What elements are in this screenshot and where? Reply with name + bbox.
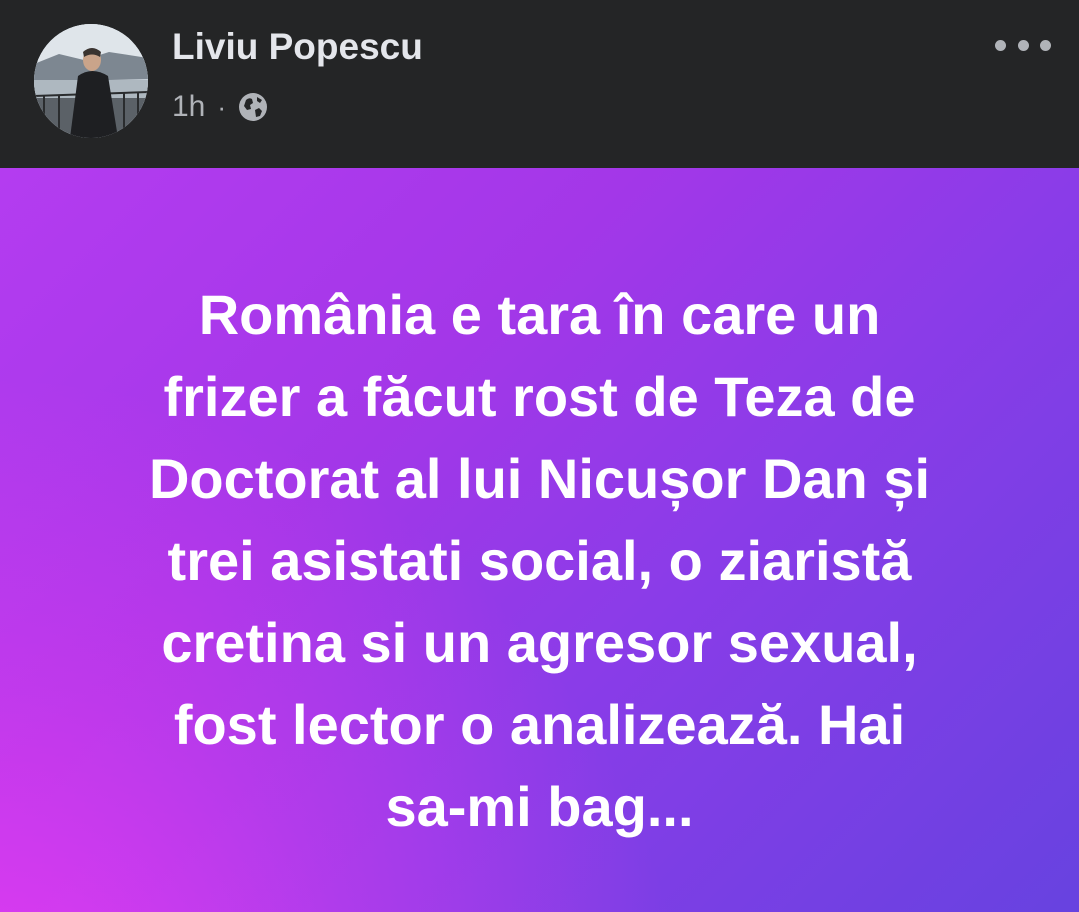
meta-separator: · [217,91,227,122]
post-text: România e tara în care un frizer a făcut… [40,274,1039,848]
facebook-post: Liviu Popescu 1h · România e tara în car… [0,0,1079,912]
post-text-line: cretina si un agresor sexual, [161,611,918,674]
post-meta: 1h · [172,86,268,128]
post-text-line: fost lector o analizează. Hai [173,693,906,756]
author-avatar[interactable] [34,24,148,138]
author-name[interactable]: Liviu Popescu [172,26,423,68]
post-header: Liviu Popescu 1h · [0,0,1079,168]
post-text-line: România e tara în care un [198,283,881,346]
more-dot [995,39,1006,51]
more-options-icon[interactable] [995,30,1051,60]
post-text-line: trei asistati social, o ziaristă [167,529,912,592]
more-dot [1040,39,1051,51]
post-text-line: Doctorat al lui Nicușor Dan și [148,447,931,510]
more-dot [1017,39,1029,51]
post-time[interactable]: 1h [172,90,205,124]
post-background: România e tara în care un frizer a făcut… [0,168,1079,912]
post-text-line: frizer a făcut rost de Teza de [163,365,916,428]
post-text-line: sa-mi bag... [385,775,694,838]
globe-icon[interactable] [238,92,268,122]
